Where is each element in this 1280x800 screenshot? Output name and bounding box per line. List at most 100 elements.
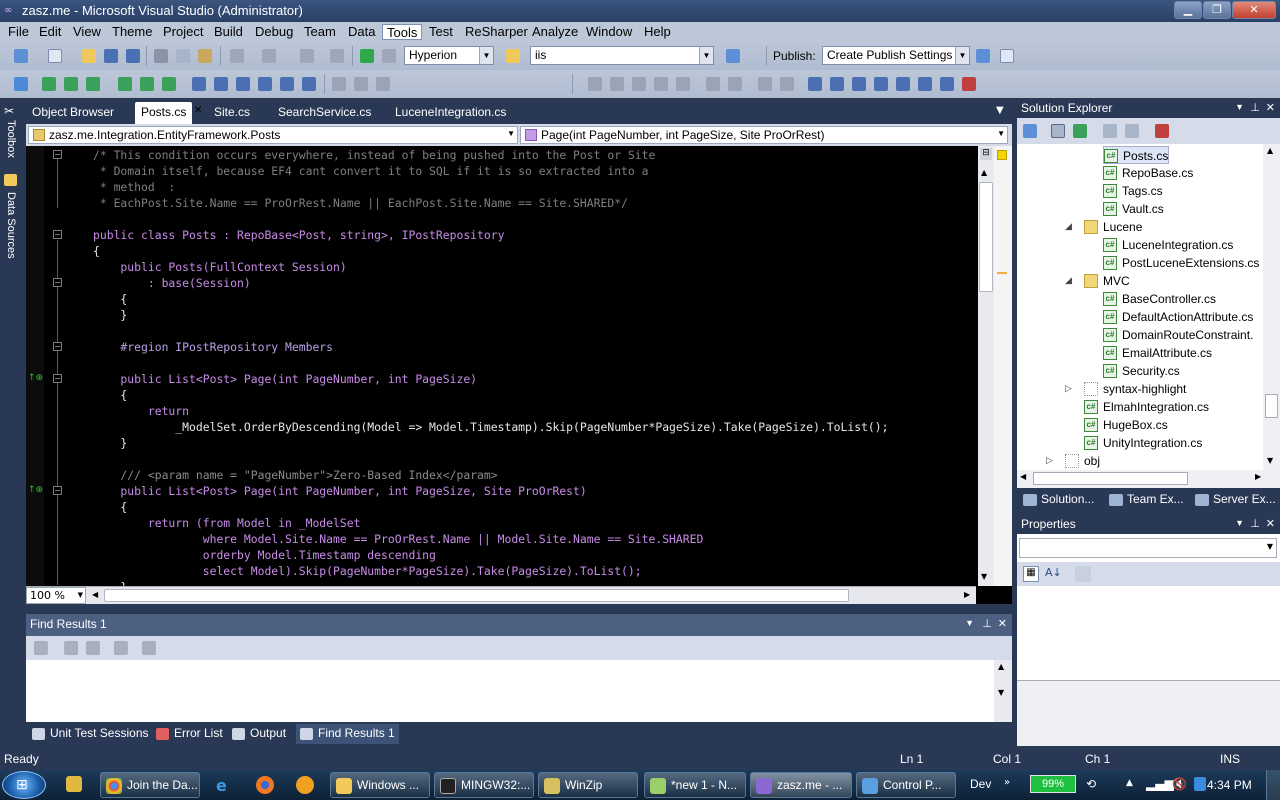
tree-item[interactable]: c# Vault.cs [1103,200,1164,218]
cut-icon[interactable] [154,49,168,63]
view-class-diagram-icon[interactable] [1125,124,1139,138]
menu-test[interactable]: Test [425,24,457,40]
align-center-icon[interactable] [610,77,624,91]
alphabetical-icon[interactable]: A↓ [1045,566,1062,582]
collapse-toggle-icon[interactable]: ▷ [1065,384,1072,394]
volume-icon[interactable]: 🔇 [1172,777,1187,791]
next-bookmark-icon[interactable] [258,77,272,91]
close-icon[interactable]: ✕ [1266,517,1275,530]
tree-item[interactable]: c# RepoBase.cs [1103,164,1193,182]
fold-toggle[interactable]: − [53,278,62,287]
new-project-icon[interactable] [14,49,28,63]
tab-posts-cs[interactable]: Posts.cs [135,102,193,124]
find-in-files-icon[interactable] [506,49,520,63]
data-sources-tab[interactable]: Data Sources [5,192,17,259]
editor-vertical-scrollbar[interactable]: ⊟ ▲ ▼ [978,146,994,586]
object-selector[interactable]: ▼ [1019,538,1277,558]
data-sources-icon[interactable] [4,174,17,186]
lock-controls-icon[interactable] [874,77,888,91]
chevron-down-icon[interactable]: ▼ [1235,518,1244,528]
refactor-icon[interactable] [14,77,28,91]
previous-bookmark-icon[interactable] [280,77,294,91]
show-desktop-button[interactable] [1266,770,1280,800]
sync-icon[interactable]: ⟲ [1086,777,1096,791]
taskbar-winzip[interactable]: WinZip [538,772,638,798]
publish-settings-icon[interactable] [1000,49,1014,63]
unit-test-icon[interactable] [118,77,132,91]
pidgin-icon[interactable] [296,776,314,794]
zoom-combo[interactable]: 100 % ▼ [26,587,86,604]
tab-unit-test-sessions[interactable]: Unit Test Sessions [28,724,153,744]
undo-icon[interactable] [230,49,244,63]
menu-debug[interactable]: Debug [251,24,297,40]
split-icon[interactable]: ⊟ [980,148,992,160]
solution-horizontal-scrollbar[interactable]: ◀ ▶ [1017,470,1280,488]
menu-view[interactable]: View [69,24,105,40]
solution-configuration-combo[interactable]: Hyperion ▼ [404,46,494,65]
fold-toggle[interactable]: − [53,486,62,495]
menu-file[interactable]: File [4,24,33,40]
send-back-icon[interactable] [918,77,932,91]
same-width-icon[interactable] [706,77,720,91]
navigate-back-icon[interactable] [300,49,314,63]
same-height-icon[interactable] [728,77,742,91]
solution-config-icon[interactable] [382,49,396,63]
close-icon[interactable]: ✕ [998,617,1007,630]
tab-site-cs[interactable]: Site.cs [208,102,256,124]
scroll-right-icon[interactable]: ▶ [964,590,970,599]
bookmark-icon[interactable] [236,77,250,91]
add-item-icon[interactable] [48,49,62,63]
property-pages-icon[interactable] [1075,566,1091,582]
clear-icon[interactable] [114,641,128,655]
menu-edit[interactable]: Edit [35,24,65,40]
scroll-left-icon[interactable]: ◀ [92,590,98,599]
scroll-up-icon[interactable]: ▲ [981,168,987,177]
taskbar-mingw32[interactable]: MINGW32:... [434,772,534,798]
go-to-location-icon[interactable] [34,641,48,655]
indent-icon[interactable] [332,77,346,91]
class-selector[interactable]: zasz.me.Integration.EntityFramework.Post… [28,126,518,144]
tree-item[interactable]: c# UnityIntegration.cs [1084,434,1202,452]
categorized-icon[interactable]: ▦ [1023,566,1039,582]
toolbar-expand-icon[interactable]: » [1004,777,1010,788]
find-combo[interactable]: iis ▼ [530,46,714,65]
properties-icon[interactable] [1023,124,1037,138]
resharper-icon[interactable] [1155,124,1169,138]
menu-window[interactable]: Window [582,24,636,40]
fold-toggle[interactable]: − [53,342,62,351]
debug-tests-icon[interactable] [162,77,176,91]
open-file-icon[interactable] [82,49,96,63]
find-results-scrollbar[interactable]: ▲ ▼ [994,660,1012,722]
scroll-down-icon[interactable]: ▼ [1267,456,1273,465]
menu-theme[interactable]: Theme [108,24,156,40]
pin-icon[interactable]: ⊥ [1250,101,1260,114]
redo-icon[interactable] [262,49,276,63]
close-icon[interactable]: ✕ [1266,101,1275,114]
maximize-button[interactable]: ❐ [1203,1,1231,19]
tree-item[interactable]: c# ElmahIntegration.cs [1084,398,1209,416]
align-bottom-icon[interactable] [676,77,690,91]
step-out-icon[interactable] [86,77,100,91]
navigate-forward-icon[interactable] [330,49,344,63]
menu-project[interactable]: Project [159,24,207,40]
tab-luceneintegration-cs[interactable]: LuceneIntegration.cs [389,102,512,124]
close-button[interactable]: ✕ [1232,1,1276,19]
pin-icon[interactable]: ⊥ [1250,517,1260,530]
fold-toggle[interactable]: − [53,150,62,159]
menu-team[interactable]: Team [300,24,340,40]
implements-marker-icon[interactable]: ↑⊕ [28,373,43,383]
refresh-icon[interactable] [1073,124,1087,138]
taskbar-windows-explorer[interactable]: Windows ... [330,772,430,798]
lock-icon[interactable] [66,776,82,792]
view-code-icon[interactable] [1103,124,1117,138]
implements-marker-icon[interactable]: ↑⊕ [28,485,43,495]
start-button[interactable]: ⊞ [2,771,46,799]
tab-overflow-icon[interactable]: ▼ [996,105,1004,116]
expand-toggle-icon[interactable]: ◢ [1065,276,1072,286]
clock[interactable]: 4:34 PM [1207,778,1252,792]
pin-icon[interactable]: ⊥ [982,617,992,630]
tab-searchservice-cs[interactable]: SearchService.cs [272,102,377,124]
menu-analyze[interactable]: Analyze [528,24,582,40]
tab-output[interactable]: Output [228,724,290,744]
member-selector[interactable]: Page(int PageNumber, int PageSize, Site … [520,126,1008,144]
